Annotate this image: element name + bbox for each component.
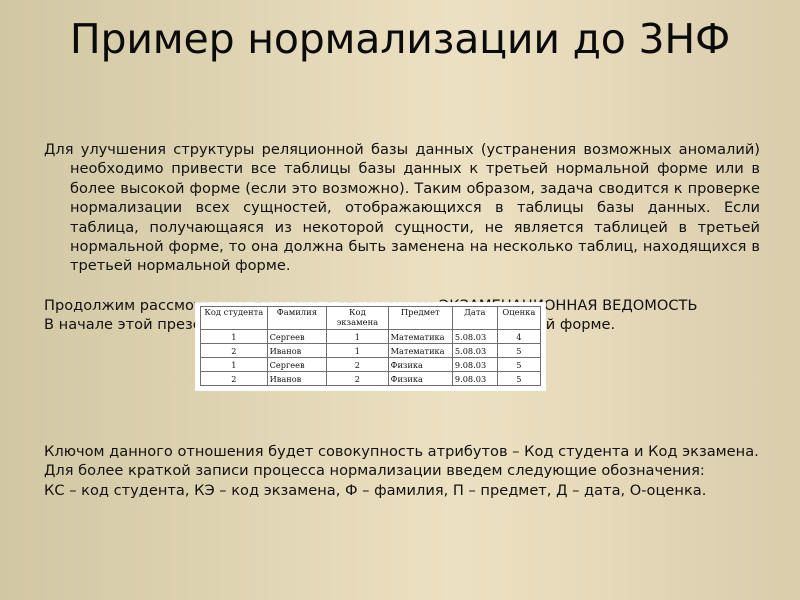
cell-familiya: Сергеев xyxy=(266,329,328,344)
cell-kod-ekzamena: 2 xyxy=(326,371,389,386)
paragraph-intro: Для улучшения структуры реляционной базы… xyxy=(44,141,760,275)
cell-kod-ekzamena: 1 xyxy=(326,343,389,358)
cell-kod-ekzamena: 2 xyxy=(326,357,389,372)
cell-data: 5.08.03 xyxy=(451,329,498,344)
cell-predmet: Математика xyxy=(387,329,453,344)
cell-predmet: Физика xyxy=(387,371,453,386)
cell-data: 5.08.03 xyxy=(451,343,498,358)
cell-predmet: Физика xyxy=(387,357,453,372)
paragraph-notation-list: КС – код студента, КЭ – код экзамена, Ф … xyxy=(44,481,707,499)
cell-data: 9.08.03 xyxy=(451,357,498,372)
cell-data: 9.08.03 xyxy=(451,371,498,386)
paragraph-key-attributes: Ключом данного отношения будет совокупно… xyxy=(44,443,759,460)
column-header-kod-studenta: Код студента xyxy=(200,306,268,330)
presentation-slide: Пример нормализации до 3НФ Для улучшения… xyxy=(0,0,800,600)
column-header-kod-ekzamena-line1: Код xyxy=(349,307,366,317)
cell-kod-ekzamena: 1 xyxy=(326,329,389,344)
cell-kod-studenta: 2 xyxy=(200,371,268,386)
table-row: 2 Иванов 1 Математика 5.08.03 5 xyxy=(200,343,542,358)
cell-predmet: Математика xyxy=(387,343,453,358)
exam-table-card: Код студента Фамилия Код экзамена Предме… xyxy=(196,303,545,390)
cell-ocenka: 4 xyxy=(496,329,542,344)
table-body: 1 Сергеев 1 Математика 5.08.03 4 2 Ивано… xyxy=(200,329,542,386)
body-text-area: Для улучшения структуры реляционной базы… xyxy=(44,140,760,276)
cell-kod-studenta: 1 xyxy=(200,329,268,344)
bottom-text-block: Ключом данного отношения будет совокупно… xyxy=(44,442,760,500)
exam-statement-table: Код студента Фамилия Код экзамена Предме… xyxy=(200,306,542,386)
table-row: 1 Сергеев 2 Физика 9.08.03 5 xyxy=(200,357,542,372)
cell-kod-studenta: 1 xyxy=(200,357,268,372)
column-header-data: Дата xyxy=(451,306,498,330)
cell-familiya: Иванов xyxy=(266,343,328,358)
cell-ocenka: 5 xyxy=(496,357,542,372)
paragraph-notation-intro: Для более краткой записи процесса нормал… xyxy=(44,462,705,480)
cell-familiya: Сергеев xyxy=(266,357,328,372)
table-header-row: Код студента Фамилия Код экзамена Предме… xyxy=(200,306,542,330)
cell-ocenka: 5 xyxy=(496,343,542,358)
table-row: 1 Сергеев 1 Математика 5.08.03 4 xyxy=(200,329,542,344)
cell-kod-studenta: 2 xyxy=(200,343,268,358)
column-header-ocenka: Оценка xyxy=(496,306,542,330)
column-header-familiya: Фамилия xyxy=(266,306,328,330)
column-header-kod-ekzamena: Код экзамена xyxy=(326,306,389,330)
table-row: 2 Иванов 2 Физика 9.08.03 5 xyxy=(200,371,542,386)
column-header-kod-ekzamena-line2: экзамена xyxy=(336,316,379,327)
cell-familiya: Иванов xyxy=(266,371,328,386)
page-title: Пример нормализации до 3НФ xyxy=(69,15,731,63)
cell-ocenka: 5 xyxy=(496,371,542,386)
column-header-predmet: Предмет xyxy=(387,306,453,330)
